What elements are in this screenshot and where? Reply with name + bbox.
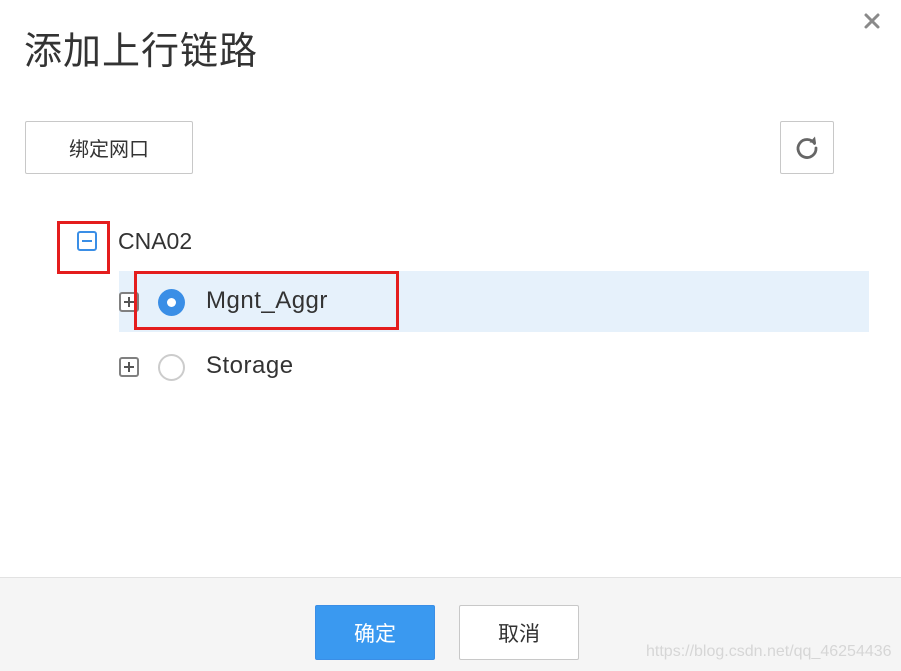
- tree-root-label[interactable]: CNA02: [118, 226, 192, 256]
- refresh-button[interactable]: [780, 121, 834, 174]
- bind-port-button[interactable]: 绑定网口: [25, 121, 193, 174]
- dialog-title: 添加上行链路: [24, 29, 259, 73]
- radio-selected[interactable]: [158, 289, 185, 316]
- collapse-icon[interactable]: [77, 231, 97, 251]
- expand-icon[interactable]: [119, 357, 139, 377]
- close-icon[interactable]: [859, 8, 885, 34]
- cancel-button[interactable]: 取消: [459, 605, 579, 660]
- tree-node-label: Mgnt_Aggr: [206, 287, 328, 314]
- radio-unselected[interactable]: [158, 354, 185, 381]
- watermark: https://blog.csdn.net/qq_46254436: [646, 643, 892, 660]
- add-uplink-dialog: 添加上行链路 绑定网口 CNA02 Mgnt_Aggr Storage 确定 取…: [0, 0, 901, 671]
- ok-button[interactable]: 确定: [315, 605, 435, 660]
- refresh-icon: [796, 136, 818, 159]
- expand-icon[interactable]: [119, 292, 139, 312]
- tree-node-storage[interactable]: Storage: [119, 336, 869, 397]
- tree-node-mgnt-aggr[interactable]: Mgnt_Aggr: [119, 271, 869, 332]
- tree-node-label: Storage: [206, 352, 294, 379]
